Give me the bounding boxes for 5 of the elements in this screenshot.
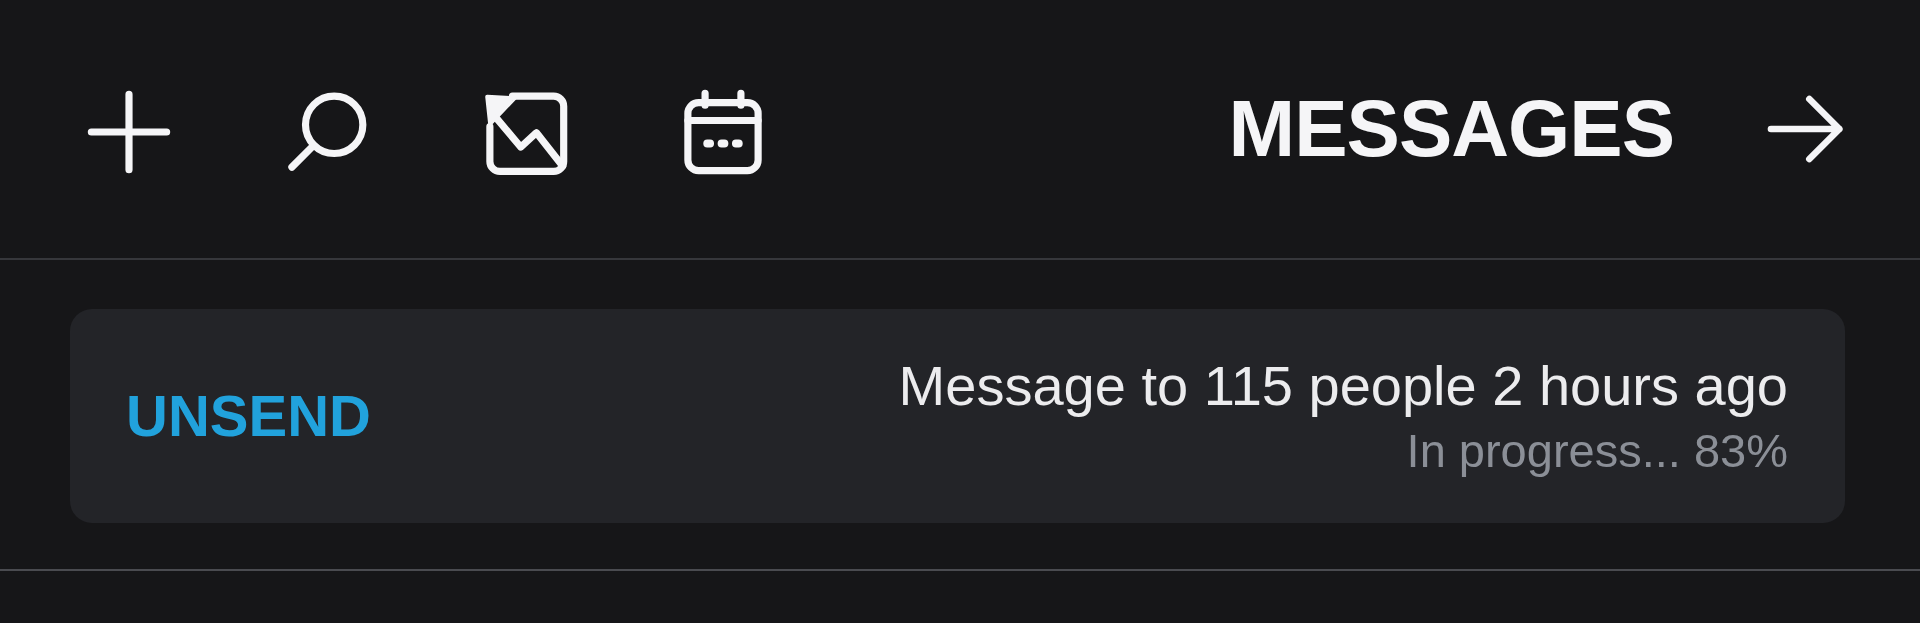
plus-icon[interactable] <box>86 89 172 175</box>
unsend-button[interactable]: UNSEND <box>126 384 371 448</box>
page-title: MESSAGES <box>1228 85 1674 173</box>
message-summary: Message to 115 people 2 hours ago <box>898 353 1788 419</box>
message-status: In progress... 83% <box>1406 424 1788 479</box>
